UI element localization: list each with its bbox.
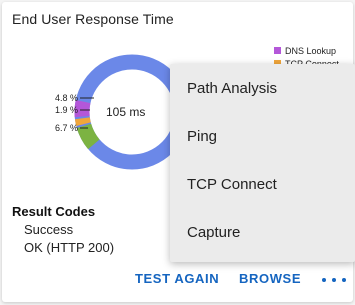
menu-item-capture[interactable]: Capture	[170, 208, 355, 256]
test-again-button[interactable]: TEST AGAIN	[135, 271, 219, 286]
donut-segment-3	[76, 123, 100, 150]
result-codes-heading: Result Codes	[12, 204, 96, 219]
overflow-menu: Path Analysis Ping TCP Connect Capture	[170, 64, 355, 262]
menu-item-tcp-connect[interactable]: TCP Connect	[170, 160, 355, 208]
result-status: Success	[24, 222, 74, 237]
legend-label: DNS Lookup	[285, 45, 337, 56]
menu-item-path-analysis[interactable]: Path Analysis	[170, 64, 355, 112]
menu-item-ping[interactable]: Ping	[170, 112, 355, 160]
slice-label-3: 6.7 %	[55, 123, 79, 133]
card-actions: TEST AGAIN BROWSE	[2, 264, 353, 294]
donut-segment-2	[74, 117, 91, 127]
legend-swatch	[274, 47, 281, 54]
result-http-code: OK (HTTP 200)	[24, 240, 115, 255]
browse-button[interactable]: BROWSE	[239, 271, 301, 286]
legend-item-dns: DNS Lookup	[274, 44, 339, 57]
slice-label-2: 1.9 %	[55, 105, 79, 115]
donut-segment-1	[74, 100, 91, 118]
slice-label-1: 4.8 %	[55, 93, 79, 103]
donut-center-value: 105 ms	[106, 105, 146, 119]
more-vert-icon[interactable]	[322, 272, 346, 288]
